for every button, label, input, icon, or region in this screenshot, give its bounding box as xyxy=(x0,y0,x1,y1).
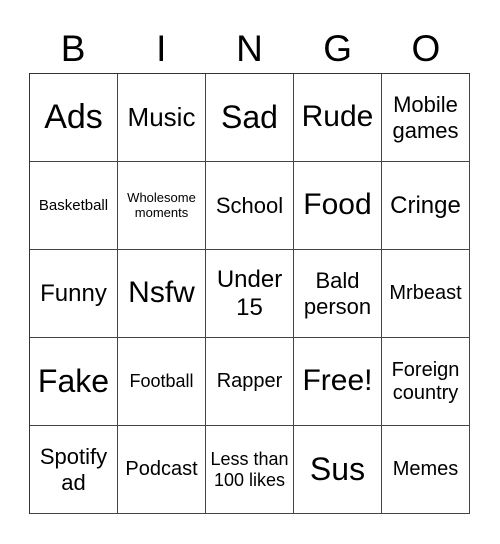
header-letter-o: O xyxy=(411,28,441,69)
bingo-cell[interactable]: Less than 100 likes xyxy=(206,426,294,514)
header-letter-n: N xyxy=(236,28,263,69)
bingo-cell[interactable]: Funny xyxy=(30,250,118,338)
bingo-cell[interactable]: Basketball xyxy=(30,162,118,250)
bingo-cell[interactable]: Bald person xyxy=(294,250,382,338)
header-letter-i: I xyxy=(156,28,167,69)
bingo-cell[interactable]: Wholesome moments xyxy=(118,162,206,250)
bingo-header: B I N G O xyxy=(29,24,470,74)
bingo-grid: Ads Music Sad Rude Mobile games Basketba… xyxy=(29,73,470,514)
bingo-cell[interactable]: Sad xyxy=(206,74,294,162)
bingo-cell[interactable]: Mobile games xyxy=(382,74,470,162)
bingo-cell[interactable]: Spotify ad xyxy=(30,426,118,514)
bingo-cell[interactable]: Ads xyxy=(30,74,118,162)
bingo-cell[interactable]: Mrbeast xyxy=(382,250,470,338)
free-space-cell[interactable]: Free! xyxy=(294,338,382,426)
bingo-cell[interactable]: Rude xyxy=(294,74,382,162)
bingo-cell[interactable]: Music xyxy=(118,74,206,162)
bingo-cell[interactable]: Nsfw xyxy=(118,250,206,338)
bingo-cell[interactable]: School xyxy=(206,162,294,250)
bingo-cell[interactable]: Football xyxy=(118,338,206,426)
header-letter-b: B xyxy=(60,28,86,69)
bingo-cell[interactable]: Sus xyxy=(294,426,382,514)
bingo-cell[interactable]: Rapper xyxy=(206,338,294,426)
bingo-cell[interactable]: Fake xyxy=(30,338,118,426)
bingo-cell[interactable]: Foreign country xyxy=(382,338,470,426)
bingo-cell[interactable]: Food xyxy=(294,162,382,250)
bingo-cell[interactable]: Cringe xyxy=(382,162,470,250)
bingo-cell[interactable]: Podcast xyxy=(118,426,206,514)
bingo-cell[interactable]: Memes xyxy=(382,426,470,514)
bingo-cell[interactable]: Under 15 xyxy=(206,250,294,338)
header-letter-g: G xyxy=(323,28,353,69)
